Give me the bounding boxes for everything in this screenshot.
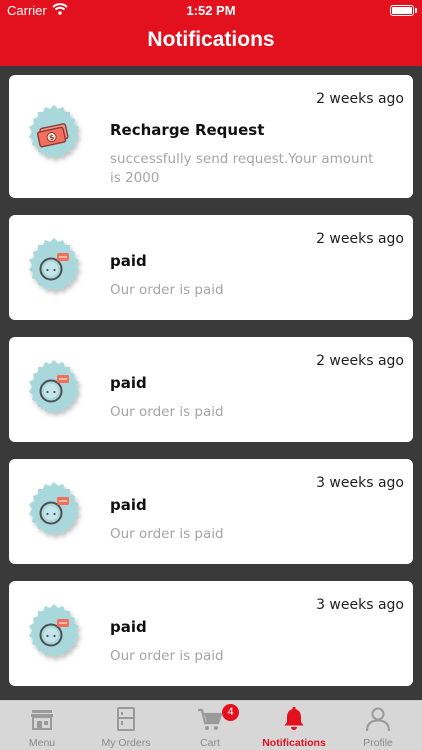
battery-icon bbox=[390, 5, 414, 16]
notification-title: Recharge Request bbox=[110, 121, 265, 139]
store-icon bbox=[31, 710, 53, 730]
notification-title: paid bbox=[110, 618, 147, 636]
page-title: Notifications bbox=[147, 28, 275, 51]
notification-time: 3 weeks ago bbox=[316, 475, 404, 491]
notification-card[interactable]: 3 weeks ago paid Our order is paid bbox=[9, 581, 413, 686]
notification-card[interactable]: 2 weeks ago $ Recharge Request successfu… bbox=[9, 75, 413, 198]
tab-cart[interactable]: Cart bbox=[168, 701, 252, 750]
notification-time: 2 weeks ago bbox=[316, 231, 404, 247]
status-bar: Carrier 1:52 PM bbox=[0, 0, 422, 22]
notification-title: paid bbox=[110, 374, 147, 392]
notification-card[interactable]: 2 weeks ago paid Our order is paid bbox=[9, 215, 413, 320]
notification-time: 2 weeks ago bbox=[316, 91, 404, 107]
notification-body: successfully send request.Your amount is… bbox=[110, 151, 374, 186]
status-time: 1:52 PM bbox=[186, 3, 236, 18]
notification-card[interactable]: 2 weeks ago paid Our order is paid bbox=[9, 337, 413, 442]
order-status-icon bbox=[29, 238, 79, 292]
notification-list[interactable]: 2 weeks ago $ Recharge Request successfu… bbox=[0, 66, 422, 700]
app-header: Carrier 1:52 PM Notifications bbox=[0, 0, 422, 66]
tab-label: Profile bbox=[363, 737, 393, 749]
tab-notifications[interactable]: Notifications bbox=[252, 701, 336, 750]
tab-label: Menu bbox=[28, 737, 56, 749]
notification-body: Our order is paid bbox=[110, 648, 224, 664]
profile-icon bbox=[366, 707, 390, 732]
notification-body: Our order is paid bbox=[110, 526, 224, 542]
order-status-icon bbox=[29, 604, 79, 658]
tab-my-orders[interactable]: My Orders bbox=[84, 701, 168, 750]
tab-label: Cart bbox=[200, 737, 220, 749]
order-status-icon bbox=[29, 360, 79, 414]
tab-bar: Menu My Orders Cart 4 Notifications Prof… bbox=[0, 700, 422, 750]
tab-menu[interactable]: Menu bbox=[0, 701, 84, 750]
order-status-icon bbox=[29, 482, 79, 536]
notification-card[interactable]: 3 weeks ago paid Our order is paid bbox=[9, 459, 413, 564]
notification-title: paid bbox=[110, 496, 147, 514]
notification-time: 2 weeks ago bbox=[316, 353, 404, 369]
battery-cap bbox=[415, 8, 417, 13]
orders-icon bbox=[117, 707, 135, 731]
notification-body: Our order is paid bbox=[110, 282, 224, 298]
bell-icon bbox=[284, 706, 304, 730]
cart-icon bbox=[198, 708, 223, 730]
cart-count-badge: 4 bbox=[222, 704, 239, 721]
notification-body: Our order is paid bbox=[110, 404, 224, 420]
tab-label: Notifications bbox=[262, 737, 326, 749]
money-icon: $ bbox=[29, 105, 79, 159]
notification-title: paid bbox=[110, 252, 147, 270]
tab-profile[interactable]: Profile bbox=[336, 701, 420, 750]
notification-time: 3 weeks ago bbox=[316, 597, 404, 613]
tab-label: My Orders bbox=[101, 737, 151, 749]
